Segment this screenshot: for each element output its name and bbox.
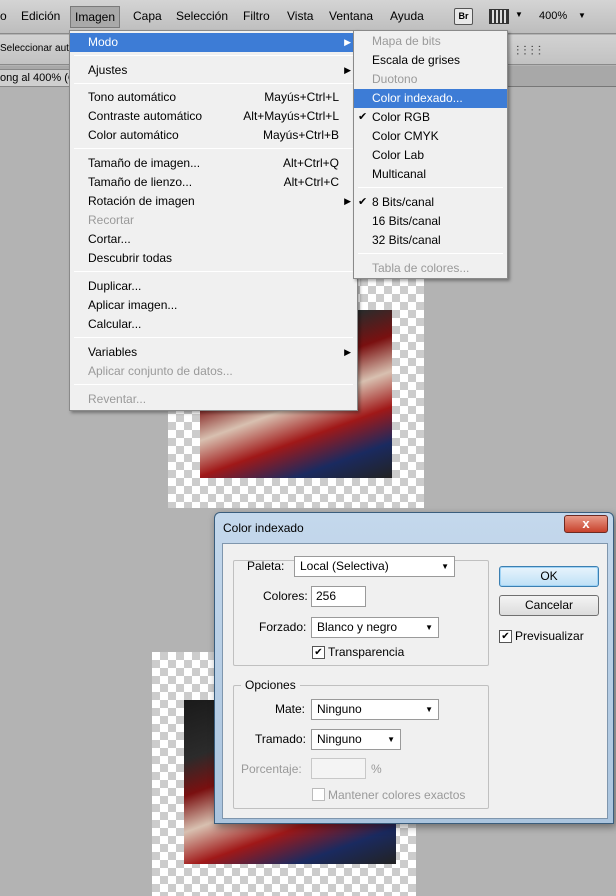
porcentaje-input <box>311 758 366 779</box>
menu-item-ajustes[interactable]: Ajustes ▶ <box>70 61 357 80</box>
forzado-label: Forzado: <box>259 620 307 634</box>
submenu-arrow-icon: ▶ <box>344 65 351 75</box>
submenu-item-tabla-colores: Tabla de colores... <box>372 261 470 275</box>
menu-item-modo[interactable]: Modo ▶ <box>70 33 357 52</box>
menu-edicion[interactable]: Edición <box>21 9 60 23</box>
opciones-label: Opciones <box>241 678 300 692</box>
colores-input[interactable]: 256 <box>311 586 366 607</box>
submenu-item-escala-grises[interactable]: Escala de grises <box>354 51 507 70</box>
menu-archivo[interactable]: o <box>0 9 7 23</box>
previsualizar-checkbox[interactable]: ✔ <box>499 630 512 643</box>
submenu-item-multicanal[interactable]: Multicanal <box>354 165 507 184</box>
menu-separator <box>74 55 353 56</box>
submenu-item-mapa-bits: Mapa de bits <box>372 34 441 48</box>
mate-select[interactable]: Ninguno ▼ <box>311 699 439 720</box>
menu-item-reventar: Reventar... <box>88 392 147 406</box>
color-indexado-dialog: Color indexado x Paleta: Local (Selectiv… <box>214 512 614 824</box>
submenu-arrow-icon: ▶ <box>344 37 351 47</box>
menu-separator <box>74 148 353 149</box>
menu-separator <box>74 384 353 385</box>
colores-label: Colores: <box>263 589 308 603</box>
check-icon: ✔ <box>358 196 368 208</box>
submenu-item-32-bits[interactable]: 32 Bits/canal <box>354 231 507 250</box>
film-icon[interactable] <box>489 9 509 24</box>
paleta-label: Paleta: <box>247 559 285 573</box>
menu-separator <box>358 253 503 254</box>
zoom-chevron-icon[interactable]: ▼ <box>578 11 586 20</box>
menu-item-aplicar-imagen[interactable]: Aplicar imagen... <box>70 296 357 315</box>
menu-item-calcular[interactable]: Calcular... <box>70 315 357 334</box>
dialog-body: Paleta: Local (Selectiva) ▼ Colores: 256 … <box>222 543 608 819</box>
submenu-item-duotono: Duotono <box>372 72 418 86</box>
submenu-item-color-rgb[interactable]: ✔ Color RGB <box>354 108 507 127</box>
menu-separator <box>358 187 503 188</box>
align-icons[interactable]: ⫶⫶⫶⫶ <box>516 43 545 59</box>
menu-bar: o Edición Imagen Capa Selección Filtro V… <box>0 0 616 34</box>
submenu-item-8-bits[interactable]: ✔ 8 Bits/canal <box>354 193 507 212</box>
menu-vista[interactable]: Vista <box>287 9 313 23</box>
mantener-colores-checkbox <box>312 788 325 801</box>
menu-item-color-automatico[interactable]: Color automático Mayús+Ctrl+B <box>70 126 357 145</box>
modo-submenu: Mapa de bits Escala de grises Duotono Co… <box>353 30 508 279</box>
close-button[interactable]: x <box>564 515 608 533</box>
tramado-select[interactable]: Ninguno ▼ <box>311 729 401 750</box>
submenu-item-color-lab[interactable]: Color Lab <box>354 146 507 165</box>
menu-item-contraste-automatico[interactable]: Contraste automático Alt+Mayús+Ctrl+L <box>70 107 357 126</box>
porcentaje-label: Porcentaje: <box>241 762 302 776</box>
menu-ayuda[interactable]: Ayuda <box>390 9 424 23</box>
porcentaje-unit: % <box>371 762 382 776</box>
mate-label: Mate: <box>275 702 306 716</box>
menu-item-tono-automatico[interactable]: Tono automático Mayús+Ctrl+L <box>70 88 357 107</box>
chevron-down-icon: ▼ <box>425 623 433 632</box>
imagen-menu: Modo ▶ Ajustes ▶ Tono automático Mayús+Ctrl… <box>69 30 358 411</box>
previsualizar-label: Previsualizar <box>515 629 584 643</box>
submenu-arrow-icon: ▶ <box>344 347 351 357</box>
menu-item-cortar[interactable]: Cortar... <box>70 230 357 249</box>
check-icon: ✔ <box>358 111 368 123</box>
menu-item-rotacion-imagen[interactable]: Rotación de imagen ▶ <box>70 192 357 211</box>
chevron-down-icon: ▼ <box>441 562 449 571</box>
chevron-down-icon: ▼ <box>387 735 395 744</box>
menu-capa[interactable]: Capa <box>133 9 162 23</box>
menu-separator <box>74 83 353 84</box>
submenu-item-color-indexado[interactable]: Color indexado... <box>354 89 507 108</box>
menu-imagen[interactable]: Imagen <box>70 6 121 28</box>
ok-button[interactable]: OK <box>499 566 599 587</box>
menu-separator <box>74 271 353 272</box>
menu-separator <box>74 337 353 338</box>
transparencia-label: Transparencia <box>328 645 405 659</box>
menu-item-aplicar-conjunto-datos: Aplicar conjunto de datos... <box>88 364 233 378</box>
chevron-down-icon[interactable]: ▼ <box>515 10 523 19</box>
submenu-item-16-bits[interactable]: 16 Bits/canal <box>354 212 507 231</box>
auto-select-label[interactable]: Seleccionar auto <box>0 43 75 54</box>
chevron-down-icon: ▼ <box>425 705 433 714</box>
cancelar-button[interactable]: Cancelar <box>499 595 599 616</box>
dialog-title: Color indexado <box>223 521 304 535</box>
bridge-button[interactable]: Br <box>454 8 473 25</box>
menu-seleccion[interactable]: Selección <box>176 9 228 23</box>
menu-filtro[interactable]: Filtro <box>243 9 270 23</box>
menu-item-tamano-imagen[interactable]: Tamaño de imagen... Alt+Ctrl+Q <box>70 154 357 173</box>
zoom-level[interactable]: 400% <box>539 10 567 22</box>
transparencia-checkbox[interactable]: ✔ <box>312 646 325 659</box>
submenu-item-color-cmyk[interactable]: Color CMYK <box>354 127 507 146</box>
submenu-arrow-icon: ▶ <box>344 196 351 206</box>
menu-item-duplicar[interactable]: Duplicar... <box>70 277 357 296</box>
menu-item-recortar: Recortar <box>88 213 135 227</box>
menu-item-tamano-lienzo[interactable]: Tamaño de lienzo... Alt+Ctrl+C <box>70 173 357 192</box>
forzado-select[interactable]: Blanco y negro ▼ <box>311 617 439 638</box>
menu-item-descubrir-todas[interactable]: Descubrir todas <box>70 249 357 268</box>
menu-ventana[interactable]: Ventana <box>329 9 373 23</box>
paleta-select[interactable]: Local (Selectiva) ▼ <box>294 556 455 577</box>
menu-item-variables[interactable]: Variables ▶ <box>70 343 357 362</box>
mantener-colores-label: Mantener colores exactos <box>328 788 466 802</box>
tramado-label: Tramado: <box>255 732 306 746</box>
